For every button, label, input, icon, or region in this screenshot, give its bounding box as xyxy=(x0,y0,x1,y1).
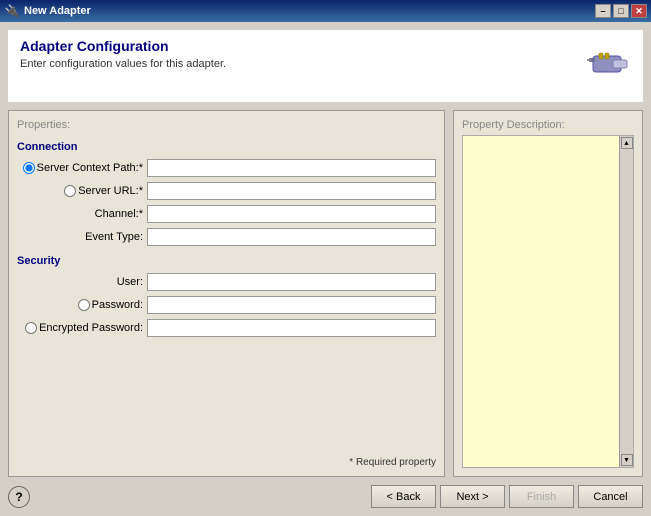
user-input[interactable] xyxy=(147,273,436,291)
navigation-buttons: < Back Next > Finish Cancel xyxy=(371,485,643,508)
encrypted-password-label: Encrypted Password: xyxy=(17,322,147,334)
required-note: * Required property xyxy=(17,453,436,468)
event-type-input[interactable] xyxy=(147,228,436,246)
server-url-label: Server URL:* xyxy=(17,185,147,197)
server-url-input[interactable] xyxy=(147,182,436,200)
next-button[interactable]: Next > xyxy=(440,485,505,508)
minimize-button[interactable]: – xyxy=(595,4,611,18)
server-context-path-label: Server Context Path:* xyxy=(17,162,147,174)
password-input[interactable] xyxy=(147,296,436,314)
title-bar: 🔌 New Adapter – □ ✕ xyxy=(0,0,651,22)
back-button[interactable]: < Back xyxy=(371,485,436,508)
security-group-title: Security xyxy=(17,255,436,267)
header-text: Adapter Configuration Enter configuratio… xyxy=(20,38,226,70)
close-button[interactable]: ✕ xyxy=(631,4,647,18)
window-title: New Adapter xyxy=(24,5,91,17)
cancel-button[interactable]: Cancel xyxy=(578,485,643,508)
server-url-row: Server URL:* xyxy=(17,182,436,200)
channel-label: Channel:* xyxy=(17,208,147,220)
password-label: Password: xyxy=(17,299,147,311)
title-bar-left: 🔌 New Adapter xyxy=(4,3,91,19)
property-description-label: Property Description: xyxy=(462,119,634,131)
window-icon: 🔌 xyxy=(4,3,20,19)
event-type-label: Event Type: xyxy=(17,231,147,243)
server-context-path-radio[interactable] xyxy=(23,162,35,174)
page-subtitle: Enter configuration values for this adap… xyxy=(20,58,226,70)
channel-row: Channel:* xyxy=(17,205,436,223)
encrypted-password-row: Encrypted Password: xyxy=(17,319,436,337)
encrypted-password-radio[interactable] xyxy=(25,322,37,334)
help-button[interactable]: ? xyxy=(8,486,30,508)
header-icon xyxy=(583,38,631,94)
properties-panel: Properties: Connection Server Context Pa… xyxy=(8,110,445,477)
server-url-radio[interactable] xyxy=(64,185,76,197)
bottom-area: ? < Back Next > Finish Cancel xyxy=(8,477,643,508)
description-box: ▲ ▼ xyxy=(462,135,634,468)
properties-label: Properties: xyxy=(17,119,436,131)
description-scrollbar: ▲ ▼ xyxy=(619,136,633,467)
connection-group-title: Connection xyxy=(17,141,436,153)
property-description-panel: Property Description: ▲ ▼ xyxy=(453,110,643,477)
channel-input[interactable] xyxy=(147,205,436,223)
header-area: Adapter Configuration Enter configuratio… xyxy=(8,30,643,102)
server-context-path-row: Server Context Path:* xyxy=(17,159,436,177)
password-row: Password: xyxy=(17,296,436,314)
content-area: Properties: Connection Server Context Pa… xyxy=(8,110,643,477)
window-body: Adapter Configuration Enter configuratio… xyxy=(0,22,651,516)
user-label: User: xyxy=(17,276,147,288)
user-row: User: xyxy=(17,273,436,291)
title-bar-controls: – □ ✕ xyxy=(595,4,647,18)
event-type-row: Event Type: xyxy=(17,228,436,246)
encrypted-password-input[interactable] xyxy=(147,319,436,337)
finish-button[interactable]: Finish xyxy=(509,485,574,508)
password-radio[interactable] xyxy=(78,299,90,311)
maximize-button[interactable]: □ xyxy=(613,4,629,18)
server-context-path-input[interactable] xyxy=(147,159,436,177)
scroll-down-arrow[interactable]: ▼ xyxy=(621,454,633,466)
page-title: Adapter Configuration xyxy=(20,38,226,54)
scroll-up-arrow[interactable]: ▲ xyxy=(621,137,633,149)
